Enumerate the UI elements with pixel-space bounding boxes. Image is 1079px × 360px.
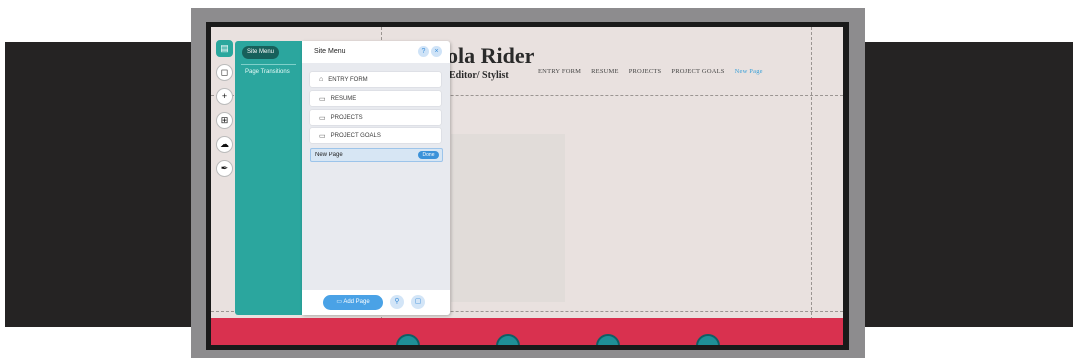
done-button[interactable]: Done [418, 151, 439, 159]
new-page-row: Done [310, 148, 443, 162]
page-item-label: PROJECTS [330, 114, 363, 121]
page-item-label: PROJECT GOALS [330, 132, 381, 139]
editor-left-toolbar: ▤ ◻ + ⊞ ☁ ✒ [216, 40, 233, 196]
page-item-resume[interactable]: ▭ RESUME [310, 91, 441, 106]
panel-header: Site Menu ? × [302, 41, 450, 63]
help-icon[interactable]: ? [418, 46, 429, 57]
social-icon[interactable] [396, 334, 420, 345]
social-icon[interactable] [596, 334, 620, 345]
site-footer[interactable] [211, 318, 843, 345]
social-icon[interactable] [496, 334, 520, 345]
nav-item-projects[interactable]: PROJECTS [629, 68, 662, 75]
close-icon[interactable]: × [431, 46, 442, 57]
add-link-icon[interactable]: ⚲ [390, 295, 404, 309]
pages-icon[interactable]: ▤ [216, 40, 233, 57]
page-icon: ▭ [319, 95, 326, 103]
add-page-button[interactable]: ▭ Add Page [323, 295, 383, 310]
site-title[interactable]: ola Rider [447, 43, 534, 69]
social-icon[interactable] [696, 334, 720, 345]
divider [241, 64, 296, 65]
nav-item-entry-form[interactable]: ENTRY FORM [538, 68, 581, 75]
tab-page-transitions[interactable]: Page Transitions [245, 69, 290, 75]
add-page-label: Add Page [343, 299, 370, 305]
page-icon: ▭ [319, 114, 326, 122]
menu-tabs-column: Site Menu Page Transitions [235, 41, 302, 315]
add-folder-icon[interactable]: ▢ [411, 295, 425, 309]
site-subtitle[interactable]: Editor/ Stylist [449, 70, 509, 81]
page-item-entry-form[interactable]: ⌂ ENTRY FORM [310, 72, 441, 87]
app-market-icon[interactable]: ⊞ [216, 112, 233, 129]
page-item-label: ENTRY FORM [328, 76, 368, 83]
image-placeholder[interactable] [451, 134, 565, 302]
nav-item-new-page[interactable]: New Page [735, 68, 763, 75]
nav-item-resume[interactable]: RESUME [591, 68, 619, 75]
pen-icon[interactable]: ✒ [216, 160, 233, 177]
panel-title: Site Menu [314, 48, 346, 55]
upload-icon[interactable]: ☁ [216, 136, 233, 153]
site-menu-panel: Site Menu ? × ⌂ ENTRY FORM ▭ RESUME ▭ PR… [302, 41, 450, 315]
tab-site-menu[interactable]: Site Menu [242, 46, 279, 59]
background-icon[interactable]: ◻ [216, 64, 233, 81]
page-icon: ▭ [319, 132, 326, 140]
new-page-name-input[interactable] [315, 150, 410, 159]
home-icon: ⌂ [319, 76, 324, 83]
guide-line [811, 27, 812, 345]
add-icon[interactable]: + [216, 88, 233, 105]
page-item-project-goals[interactable]: ▭ PROJECT GOALS [310, 128, 441, 143]
nav-item-project-goals[interactable]: PROJECT GOALS [671, 68, 724, 75]
page-item-label: RESUME [330, 95, 357, 102]
site-navigation: ENTRY FORM RESUME PROJECTS PROJECT GOALS… [538, 68, 763, 75]
panel-footer: ▭ Add Page ⚲ ▢ [302, 290, 450, 315]
page-item-projects[interactable]: ▭ PROJECTS [310, 110, 441, 125]
